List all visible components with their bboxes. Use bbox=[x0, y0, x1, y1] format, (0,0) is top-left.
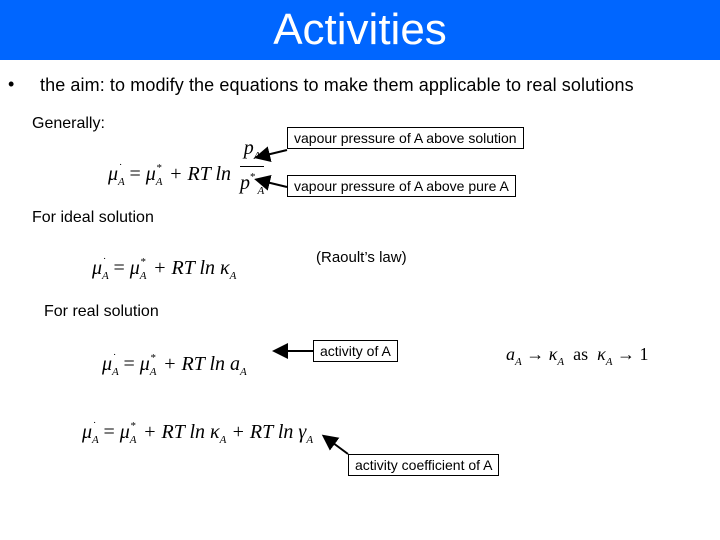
arrow-pure bbox=[254, 175, 288, 191]
callout-arrows bbox=[254, 146, 349, 455]
arrow-coefficient bbox=[321, 434, 349, 455]
arrow-solution bbox=[254, 146, 288, 162]
